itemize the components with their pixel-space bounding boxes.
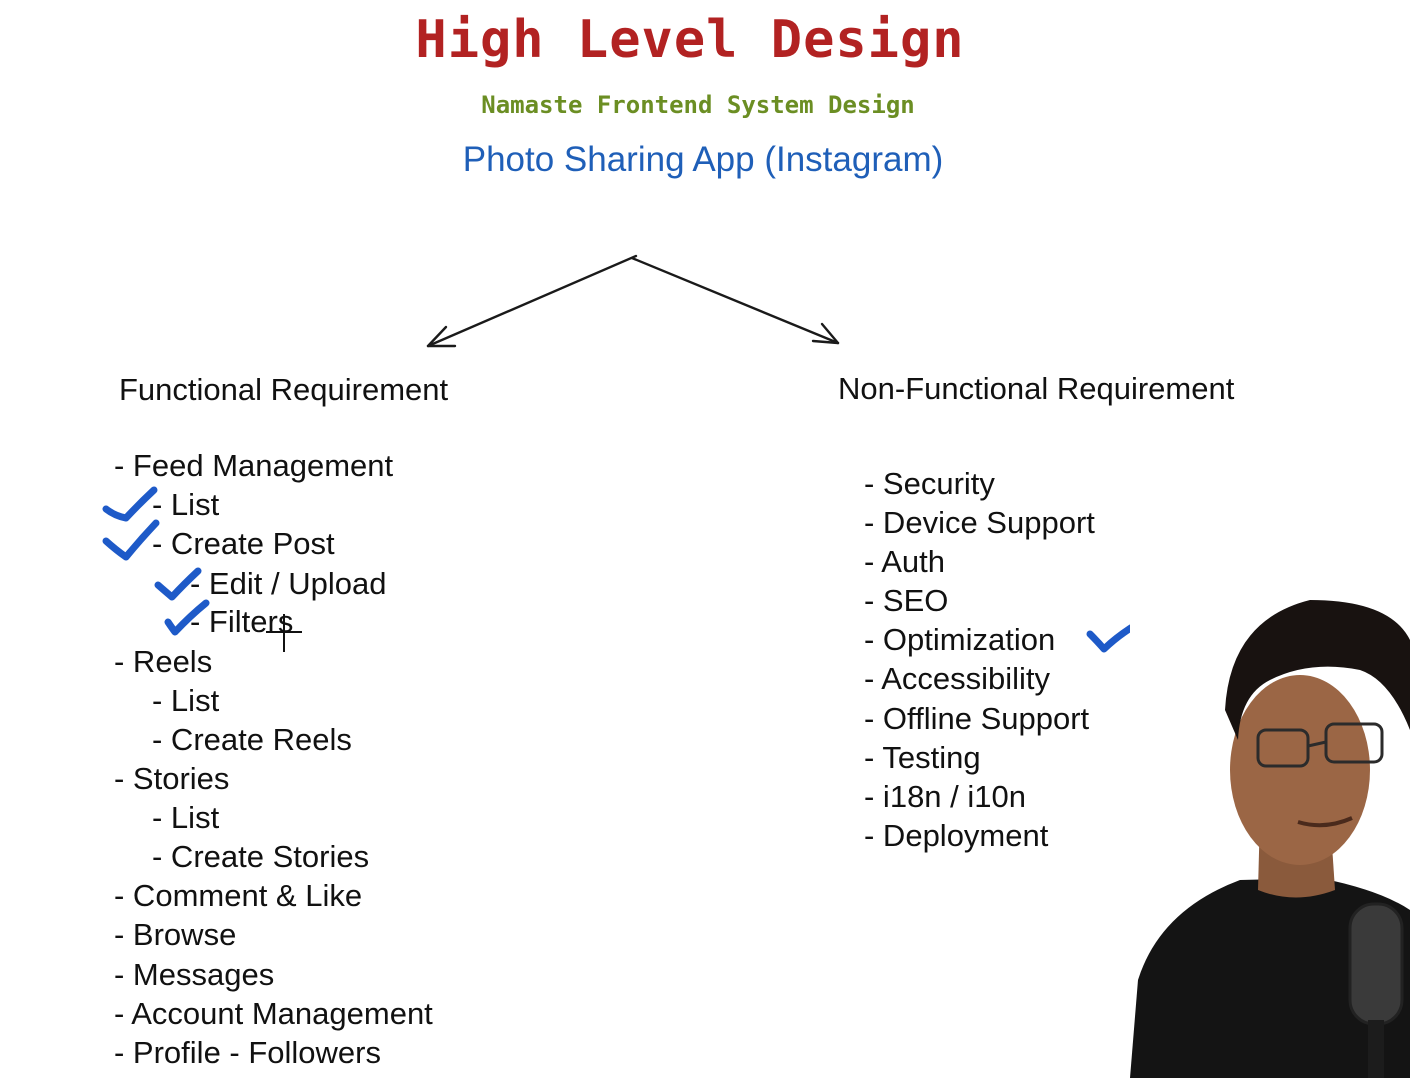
branch-arrows (426, 254, 840, 348)
functional-item-create-reels: - Create Reels (152, 722, 352, 757)
functional-item-create-post: - Create Post (152, 526, 335, 561)
functional-item-stories-list: - List (152, 800, 220, 835)
nfr-item-seo: - SEO (864, 583, 949, 618)
functional-item-messages: - Messages (114, 957, 275, 992)
nfr-item-accessibility: - Accessibility (864, 661, 1051, 696)
functional-item-create-stories: - Create Stories (152, 839, 370, 874)
nfr-item-deployment: - Deployment (864, 818, 1049, 853)
arrow-to-non-functional (630, 256, 840, 345)
functional-item-reels-list: - List (152, 683, 220, 718)
arrow-to-functional (426, 254, 638, 348)
check-icon (102, 486, 158, 522)
non-functional-heading: Non-Functional Requirement (838, 371, 1235, 406)
functional-item-comment-like: - Comment & Like (114, 878, 363, 913)
functional-item-profile-followers: - Profile - Followers (114, 1035, 381, 1070)
nfr-item-optimization: - Optimization (864, 622, 1056, 657)
microphone-icon (1348, 902, 1404, 1026)
functional-item-edit-upload: - Edit / Upload (190, 566, 387, 601)
functional-item-browse: - Browse (114, 917, 237, 952)
functional-heading: Functional Requirement (119, 372, 449, 407)
nfr-item-offline-support: - Offline Support (864, 701, 1090, 736)
nfr-item-device-support: - Device Support (864, 505, 1095, 540)
check-icon (102, 519, 160, 561)
nfr-item-auth: - Auth (864, 544, 945, 579)
crosshair-cursor-icon (262, 612, 306, 656)
functional-item-feed-management: - Feed Management (114, 448, 394, 483)
nfr-item-i18n: - i18n / i10n (864, 779, 1026, 814)
presenter-video-overlay (1130, 560, 1410, 1078)
nfr-item-testing: - Testing (864, 740, 981, 775)
functional-item-feed-list: - List (152, 487, 220, 522)
functional-item-account-management: - Account Management (114, 996, 433, 1031)
functional-item-stories: - Stories (114, 761, 230, 796)
nfr-item-security: - Security (864, 466, 995, 501)
functional-item-reels: - Reels (114, 644, 213, 679)
presenter-face (1230, 675, 1370, 865)
